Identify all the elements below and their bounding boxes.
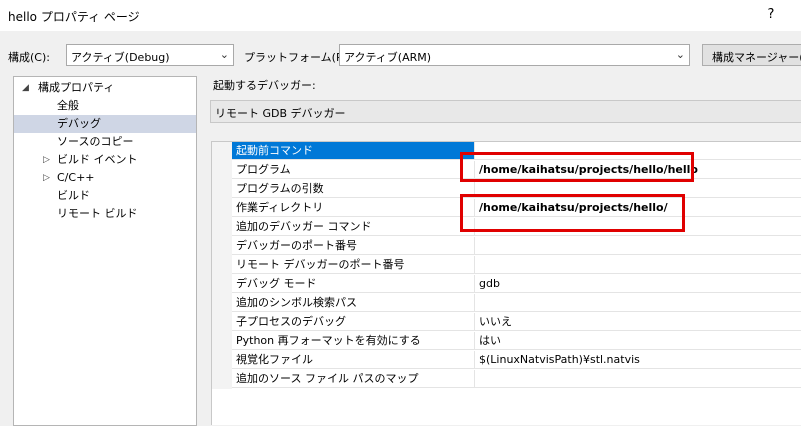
row-gutter	[212, 199, 232, 218]
tree-item-debugging[interactable]: デバッグ	[14, 115, 196, 133]
property-value[interactable]	[475, 370, 801, 388]
config-select-value: アクティブ(Debug)	[71, 51, 170, 64]
property-value[interactable]: /home/kaihatsu/projects/hello/	[475, 199, 801, 217]
config-manager-label: 構成マネージャー(O	[712, 51, 801, 64]
debugger-select[interactable]: リモート GDB デバッガー	[210, 100, 801, 123]
config-select[interactable]: アクティブ(Debug) ⌄	[66, 44, 234, 66]
help-button[interactable]: ?	[762, 6, 780, 24]
property-value[interactable]	[475, 237, 801, 255]
tree-item-cpp[interactable]: ▷ C/C++	[14, 169, 196, 187]
row-gutter	[212, 142, 232, 161]
property-row-pre-launch-command[interactable]: 起動前コマンド	[212, 142, 801, 161]
property-value[interactable]: はい	[475, 332, 801, 350]
row-gutter	[212, 180, 232, 199]
row-gutter	[212, 351, 232, 370]
triangle-down-icon: ◢	[22, 83, 29, 93]
triangle-right-icon: ▷	[43, 155, 50, 165]
debugger-label: 起動するデバッガー:	[213, 79, 316, 92]
property-row-program-arguments[interactable]: プログラムの引数	[212, 180, 801, 199]
platform-label: プラットフォーム(P):	[244, 51, 351, 64]
window-title: hello プロパティ ページ	[8, 10, 140, 24]
row-gutter	[212, 256, 232, 275]
property-row-symbol-search-path[interactable]: 追加のシンボル検索パス	[212, 294, 801, 313]
property-name: 起動前コマンド	[232, 142, 475, 160]
tree-item-build[interactable]: ビルド	[14, 187, 196, 205]
property-tree: ◢ 構成プロパティ 全般 デバッグ ソースのコピー ▷ ビルド イベント ▷ C…	[13, 76, 197, 426]
property-row-additional-debugger-commands[interactable]: 追加のデバッガー コマンド	[212, 218, 801, 237]
title-bar: hello プロパティ ページ ?	[0, 0, 801, 31]
property-value[interactable]: gdb	[475, 275, 801, 293]
property-value[interactable]	[475, 218, 801, 236]
property-name: プログラム	[232, 161, 475, 179]
tree-item-label: リモート ビルド	[57, 207, 138, 220]
property-value[interactable]: $(LinuxNatvisPath)¥stl.natvis	[475, 351, 801, 369]
property-row-visualization-file[interactable]: 視覚化ファイル $(LinuxNatvisPath)¥stl.natvis	[212, 351, 801, 370]
tree-item-label: 全般	[57, 99, 79, 112]
row-gutter	[212, 294, 232, 313]
property-name: デバッグ モード	[232, 275, 475, 293]
property-row-working-directory[interactable]: 作業ディレクトリ /home/kaihatsu/projects/hello/	[212, 199, 801, 218]
tree-item-remote-build[interactable]: リモート ビルド	[14, 205, 196, 223]
property-row-program[interactable]: プログラム /home/kaihatsu/projects/hello/hell…	[212, 161, 801, 180]
tree-item-config-properties[interactable]: ◢ 構成プロパティ	[14, 79, 196, 97]
property-row-debug-mode[interactable]: デバッグ モード gdb	[212, 275, 801, 294]
debugger-select-value: リモート GDB デバッガー	[215, 107, 346, 120]
tree-item-label: デバッグ	[57, 117, 101, 130]
tree-item-label: C/C++	[57, 171, 95, 184]
property-name: 追加のシンボル検索パス	[232, 294, 475, 312]
row-gutter	[212, 218, 232, 237]
row-gutter	[212, 275, 232, 294]
property-row-remote-debugger-port[interactable]: リモート デバッガーのポート番号	[212, 256, 801, 275]
row-gutter	[212, 332, 232, 351]
property-name: デバッガーのポート番号	[232, 237, 475, 255]
property-row-python-reformat[interactable]: Python 再フォーマットを有効にする はい	[212, 332, 801, 351]
triangle-right-icon: ▷	[43, 173, 50, 183]
property-value[interactable]	[475, 142, 801, 160]
property-value[interactable]: /home/kaihatsu/projects/hello/hello	[475, 161, 801, 179]
property-name: 子プロセスのデバッグ	[232, 313, 475, 331]
platform-select[interactable]: アクティブ(ARM) ⌄	[339, 44, 690, 66]
property-name: 作業ディレクトリ	[232, 199, 475, 217]
row-gutter	[212, 237, 232, 256]
tree-item-copy-sources[interactable]: ソースのコピー	[14, 133, 196, 151]
chevron-down-icon: ⌄	[219, 48, 229, 61]
row-gutter	[212, 161, 232, 180]
property-name: Python 再フォーマットを有効にする	[232, 332, 475, 350]
property-row-debugger-port[interactable]: デバッガーのポート番号	[212, 237, 801, 256]
tree-item-general[interactable]: 全般	[14, 97, 196, 115]
tree-item-label: ビルド イベント	[57, 153, 138, 166]
property-name: リモート デバッガーのポート番号	[232, 256, 475, 274]
property-value[interactable]	[475, 180, 801, 198]
platform-select-value: アクティブ(ARM)	[344, 51, 432, 64]
tree-item-label: ビルド	[57, 189, 90, 202]
property-value[interactable]	[475, 256, 801, 274]
property-name: プログラムの引数	[232, 180, 475, 198]
tree-item-build-events[interactable]: ▷ ビルド イベント	[14, 151, 196, 169]
property-name: 追加のデバッガー コマンド	[232, 218, 475, 236]
property-row-source-path-map[interactable]: 追加のソース ファイル パスのマップ	[212, 370, 801, 389]
row-gutter	[212, 370, 232, 389]
tree-item-label: 構成プロパティ	[38, 81, 115, 94]
tree-item-label: ソースのコピー	[57, 135, 134, 148]
config-label: 構成(C):	[8, 51, 50, 64]
property-name: 視覚化ファイル	[232, 351, 475, 369]
row-gutter	[212, 313, 232, 332]
chevron-down-icon: ⌄	[675, 48, 685, 61]
property-name: 追加のソース ファイル パスのマップ	[232, 370, 475, 388]
config-manager-button[interactable]: 構成マネージャー(O	[702, 44, 801, 66]
property-value[interactable]: いいえ	[475, 313, 801, 331]
property-grid: 起動前コマンド プログラム /home/kaihatsu/projects/he…	[211, 141, 801, 425]
property-row-child-process-debugging[interactable]: 子プロセスのデバッグ いいえ	[212, 313, 801, 332]
property-value[interactable]	[475, 294, 801, 312]
